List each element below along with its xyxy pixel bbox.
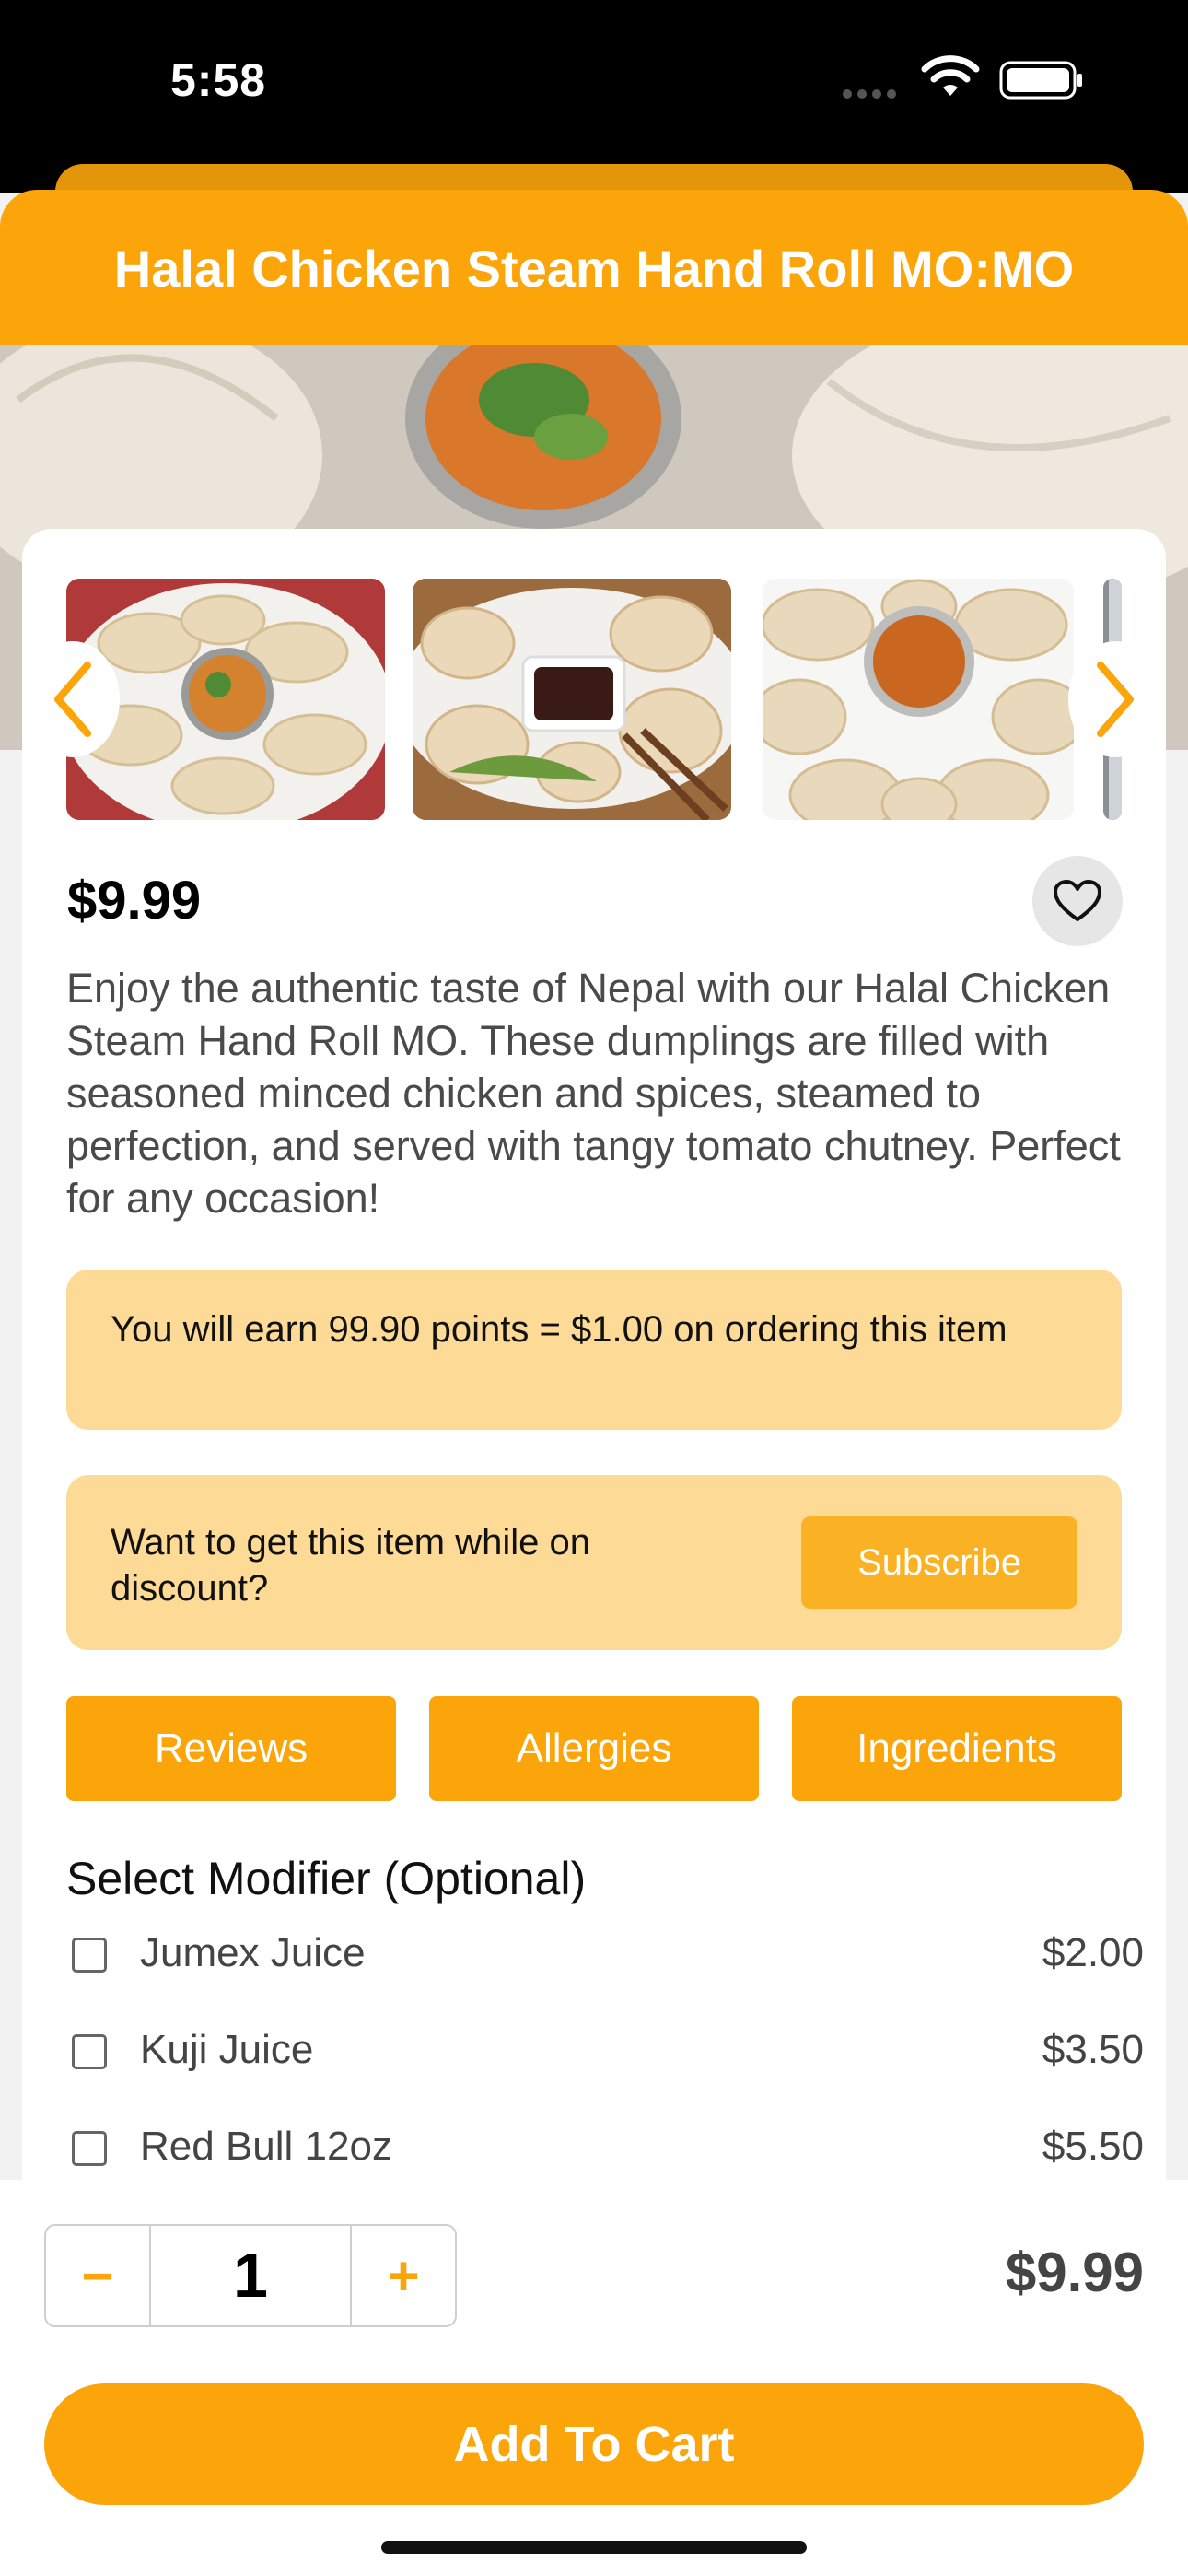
modifier-price: $3.50 <box>1042 2027 1144 2072</box>
modifier-checkbox[interactable] <box>72 2034 107 2069</box>
discount-banner: Want to get this item while on discount?… <box>66 1475 1122 1650</box>
modal-header: Halal Chicken Steam Hand Roll MO:MO <box>0 190 1188 346</box>
reviews-button[interactable]: Reviews <box>66 1696 396 1801</box>
cellular-signal-icon <box>843 87 907 99</box>
subscribe-button[interactable]: Subscribe <box>801 1516 1077 1609</box>
modifier-name: Kuji Juice <box>140 2027 314 2072</box>
modifier-section-title: Select Modifier (Optional) <box>66 1853 587 1904</box>
battery-icon <box>999 61 1082 100</box>
modifier-checkbox[interactable] <box>72 1938 107 1973</box>
product-thumbnail[interactable] <box>763 579 1074 820</box>
increase-quantity-button[interactable]: + <box>352 2226 455 2325</box>
chevron-left-icon <box>54 662 91 737</box>
product-thumbnail[interactable] <box>413 579 731 820</box>
heart-icon <box>1054 880 1101 921</box>
carousel-next-button[interactable] <box>1068 641 1162 757</box>
modifier-checkbox[interactable] <box>72 2131 107 2166</box>
total-price: $9.99 <box>1005 2242 1144 2303</box>
modifier-row[interactable]: Red Bull 12oz $5.50 <box>66 2122 1144 2177</box>
home-indicator <box>381 2541 807 2554</box>
points-banner: You will earn 99.90 points = $1.00 on or… <box>66 1270 1122 1430</box>
add-to-cart-button[interactable]: Add To Cart <box>44 2383 1144 2505</box>
modifier-price: $2.00 <box>1042 1930 1144 1975</box>
modifier-name: Red Bull 12oz <box>140 2124 392 2169</box>
quantity-value: 1 <box>149 2226 352 2325</box>
ingredients-button[interactable]: Ingredients <box>792 1696 1122 1801</box>
status-time: 5:58 <box>170 54 267 106</box>
favorite-button[interactable] <box>1032 856 1123 946</box>
quantity-stepper: − 1 + <box>44 2224 457 2327</box>
carousel-prev-button[interactable] <box>26 641 120 757</box>
discount-text: Want to get this item while on discount? <box>111 1522 590 1609</box>
product-price: $9.99 <box>67 871 202 931</box>
points-text: You will earn 99.90 points = $1.00 on or… <box>111 1309 1007 1350</box>
wifi-icon <box>921 55 980 96</box>
decrease-quantity-button[interactable]: − <box>46 2226 149 2325</box>
page-title: Halal Chicken Steam Hand Roll MO:MO <box>113 239 1075 298</box>
allergies-button[interactable]: Allergies <box>429 1696 759 1801</box>
modifier-row[interactable]: Jumex Juice $2.00 <box>66 1928 1144 1984</box>
modifier-row[interactable]: Kuji Juice $3.50 <box>66 2025 1144 2080</box>
modifier-name: Jumex Juice <box>140 1930 366 1975</box>
modifier-price: $5.50 <box>1042 2124 1144 2169</box>
product-description: Enjoy the authentic taste of Nepal with … <box>66 965 1121 1222</box>
chevron-right-icon <box>1097 662 1134 737</box>
